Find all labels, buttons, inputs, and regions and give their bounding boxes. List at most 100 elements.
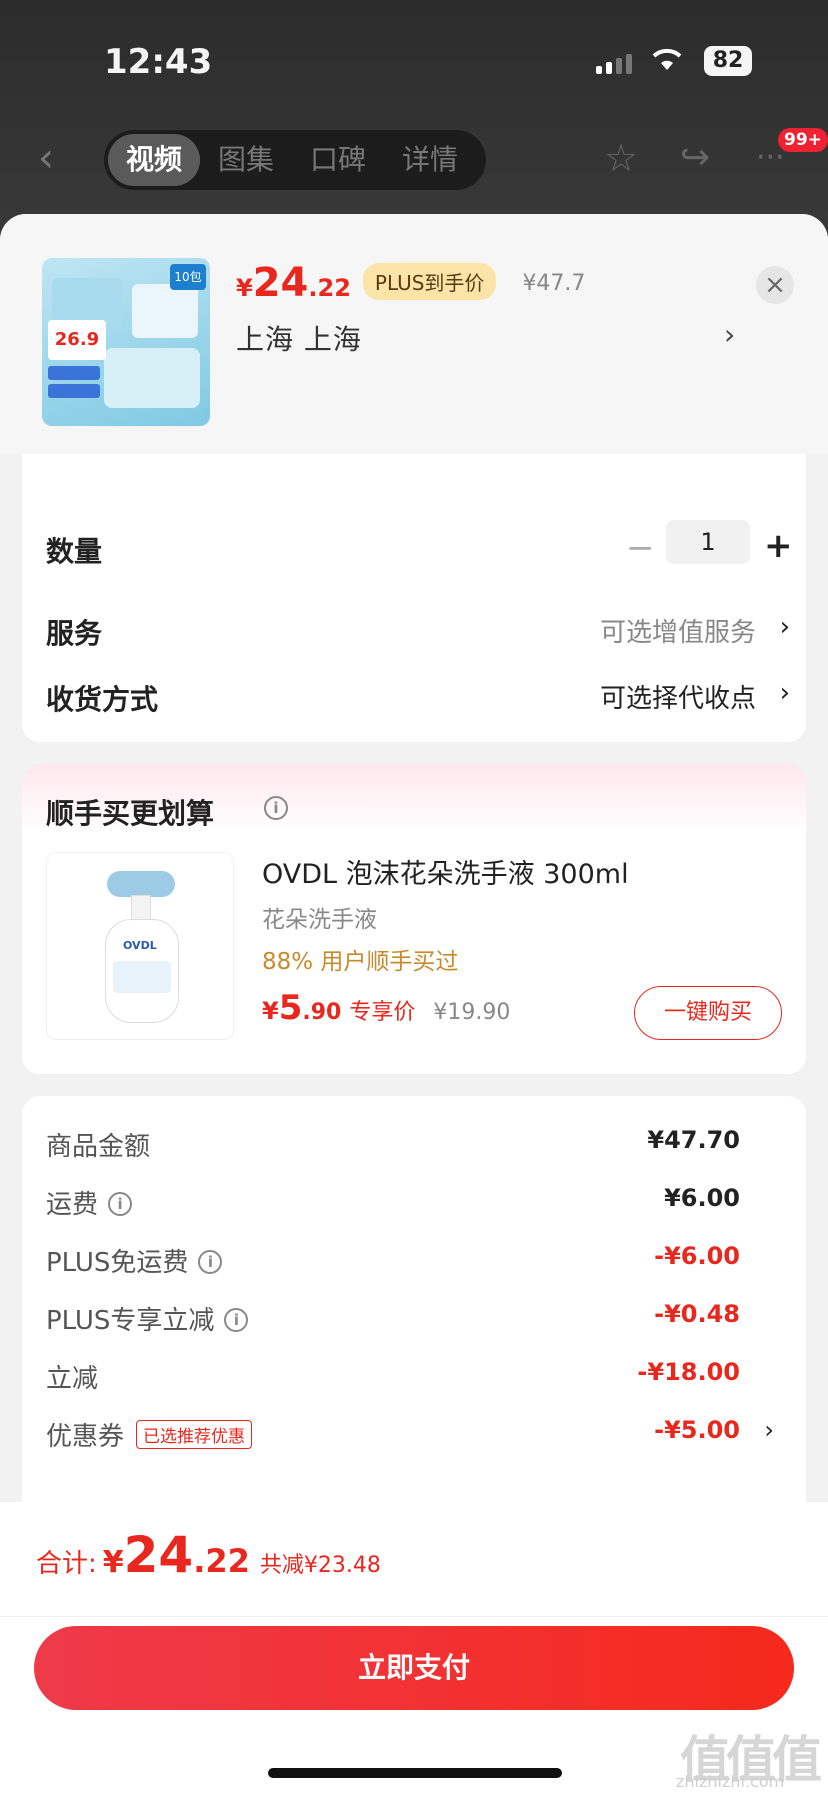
favorite-star-icon[interactable]: ☆	[604, 138, 644, 178]
suggestion-product-image[interactable]: OVDL	[46, 852, 234, 1040]
cost-label-text: 运费	[46, 1190, 99, 1220]
suggestion-product-subtitle: 花朵洗手液	[262, 907, 377, 933]
price-currency: ¥	[262, 997, 279, 1025]
battery-indicator: 82	[704, 46, 752, 76]
quantity-label: 数量	[46, 535, 103, 568]
chevron-right-icon: ›	[779, 612, 790, 642]
tab-reviews[interactable]: 口碑	[292, 134, 384, 186]
suggestion-buyers-rate: 88% 用户顺手买过	[262, 949, 459, 975]
cost-value: ¥6.00	[664, 1184, 740, 1212]
tab-details[interactable]: 详情	[384, 134, 476, 186]
price-breakdown-card: 商品金额 ¥47.70 运费 i ¥6.00 PLUS免运费 i -¥6.00 PL…	[22, 1096, 806, 1556]
price-decimal: .90	[302, 1000, 342, 1025]
service-label: 服务	[46, 617, 103, 650]
service-row[interactable]: 服务 可选增值服务 ›	[46, 612, 790, 656]
cost-row-shipping: 运费 i ¥6.00	[46, 1184, 786, 1224]
close-button[interactable]: ×	[756, 266, 794, 304]
delivery-address[interactable]: 上海 上海	[236, 318, 362, 358]
cost-value: -¥6.00	[654, 1242, 740, 1270]
cost-row-plus-discount: PLUS专享立减 i -¥0.48	[46, 1300, 786, 1340]
product-price: ¥ 24 .22 PLUS到手价 ¥47.7	[236, 260, 585, 306]
top-navigation: ‹ 视频 图集 口碑 详情 ☆ ↪ ··· 99+	[0, 128, 828, 192]
bottle-label	[113, 961, 171, 993]
home-indicator[interactable]	[268, 1768, 562, 1778]
thumb-count-badge: 10包	[170, 264, 206, 290]
chevron-right-icon: ›	[779, 678, 790, 708]
info-icon[interactable]: i	[224, 1307, 249, 1332]
product-thumbnail[interactable]: 26.9 10包	[42, 258, 210, 426]
cellular-signal-icon	[596, 52, 632, 74]
bottle-neck	[131, 895, 151, 921]
delivery-method-value: 可选择代收点	[599, 684, 756, 714]
suggestion-product-name[interactable]: OVDL 泡沫花朵洗手液 300ml	[262, 852, 629, 891]
quantity-decrease-button[interactable]: −	[626, 528, 655, 568]
total-currency: ¥	[102, 1545, 124, 1580]
pay-now-button[interactable]: 立即支付	[34, 1626, 794, 1710]
cost-label: PLUS专享立减 i	[46, 1300, 249, 1337]
add-on-suggestion-card: 顺手买更划算 i OVDL OVDL 泡沫花朵洗手液 300ml 花朵洗手液 8…	[22, 764, 806, 1074]
suggestion-title-text: 顺手买更划算	[46, 797, 215, 830]
sheet-header: 26.9 10包 ¥ 24 .22 PLUS到手价 ¥47.7 上海 上海 › …	[0, 214, 828, 454]
delivery-method-row[interactable]: 收货方式 可选择代收点 ›	[46, 678, 790, 722]
cost-label-text: 商品金额	[46, 1132, 151, 1162]
cost-value: -¥0.48	[654, 1300, 740, 1328]
info-icon[interactable]: i	[264, 796, 288, 820]
cost-value: ¥47.70	[647, 1126, 740, 1154]
watermark-site: zhizhizhi.com	[676, 1772, 785, 1791]
chevron-right-icon[interactable]: ›	[724, 318, 735, 351]
price-integer: 5	[278, 988, 303, 1028]
quantity-row: 数量 − 1 +	[46, 520, 793, 574]
thumb-feature-tag	[48, 384, 100, 398]
cost-label-text: 立减	[46, 1364, 99, 1394]
status-time: 12:43	[104, 42, 213, 82]
info-icon[interactable]: i	[108, 1191, 133, 1216]
cost-row-instant-discount: 立减 -¥18.00	[46, 1358, 786, 1398]
wifi-icon	[652, 48, 684, 74]
cost-row-goods: 商品金额 ¥47.70	[46, 1126, 786, 1166]
one-click-buy-button[interactable]: 一键购买	[634, 986, 782, 1040]
suggestion-price: ¥ 5 .90 专享价 ¥19.90	[262, 988, 510, 1028]
total-integer: 24	[123, 1526, 194, 1584]
total-savings: 共减¥23.48	[259, 1553, 381, 1578]
price-decimal: .22	[308, 274, 351, 302]
share-icon[interactable]: ↪	[680, 138, 720, 178]
chevron-right-icon: ›	[764, 1416, 774, 1444]
price-integer: 24	[252, 260, 309, 306]
cost-label-text: PLUS专享立减	[46, 1306, 215, 1336]
cost-label: PLUS免运费 i	[46, 1242, 223, 1279]
suggestion-title: 顺手买更划算 i	[46, 792, 288, 832]
cost-label: 运费 i	[46, 1184, 133, 1221]
wipes-pack-image	[104, 348, 200, 408]
thumb-price-tag: 26.9	[48, 320, 106, 360]
tab-video[interactable]: 视频	[108, 134, 201, 186]
thumb-feature-tag	[48, 366, 100, 380]
cost-label: 优惠券 已选推荐优惠	[46, 1416, 253, 1453]
cost-row-plus-free-shipping: PLUS免运费 i -¥6.00	[46, 1242, 786, 1282]
cost-value: -¥5.00	[654, 1416, 740, 1444]
exclusive-price-label: 专享价	[349, 1000, 416, 1025]
plus-price-badge: PLUS到手价	[362, 263, 497, 300]
suggestion-old-price: ¥19.90	[433, 1000, 511, 1025]
info-icon[interactable]: i	[198, 1249, 223, 1274]
coupon-recommended-tag: 已选推荐优惠	[136, 1420, 253, 1449]
options-card: 数量 − 1 + 服务 可选增值服务 › 收货方式 可选择代收点 ›	[22, 454, 806, 742]
cost-row-coupon[interactable]: 优惠券 已选推荐优惠 -¥5.00 ›	[46, 1416, 786, 1456]
price-currency: ¥	[236, 274, 253, 302]
checkout-bottom-bar: 合计: ¥ 24 .22 共减¥23.48 立即支付 值值值 zhizhizhi…	[0, 1502, 828, 1796]
cost-value: -¥18.00	[637, 1358, 740, 1386]
media-tabs: 视频 图集 口碑 详情	[104, 130, 486, 190]
back-arrow-icon[interactable]: ‹	[38, 138, 70, 178]
delivery-method-label: 收货方式	[46, 683, 159, 716]
bottle-brand: OVDL	[123, 939, 157, 952]
total-label: 合计:	[36, 1549, 97, 1579]
tab-gallery[interactable]: 图集	[200, 134, 292, 186]
status-bar: 12:43 82	[0, 38, 828, 88]
quantity-input[interactable]: 1	[666, 520, 750, 564]
quantity-increase-button[interactable]: +	[764, 526, 793, 566]
wipes-open-image	[132, 284, 198, 338]
service-value: 可选增值服务	[599, 618, 756, 648]
bottle-flower-pump	[107, 871, 175, 897]
total-decimal: .22	[193, 1542, 250, 1580]
original-price: ¥47.7	[522, 271, 586, 296]
cost-label: 立减	[46, 1358, 98, 1395]
